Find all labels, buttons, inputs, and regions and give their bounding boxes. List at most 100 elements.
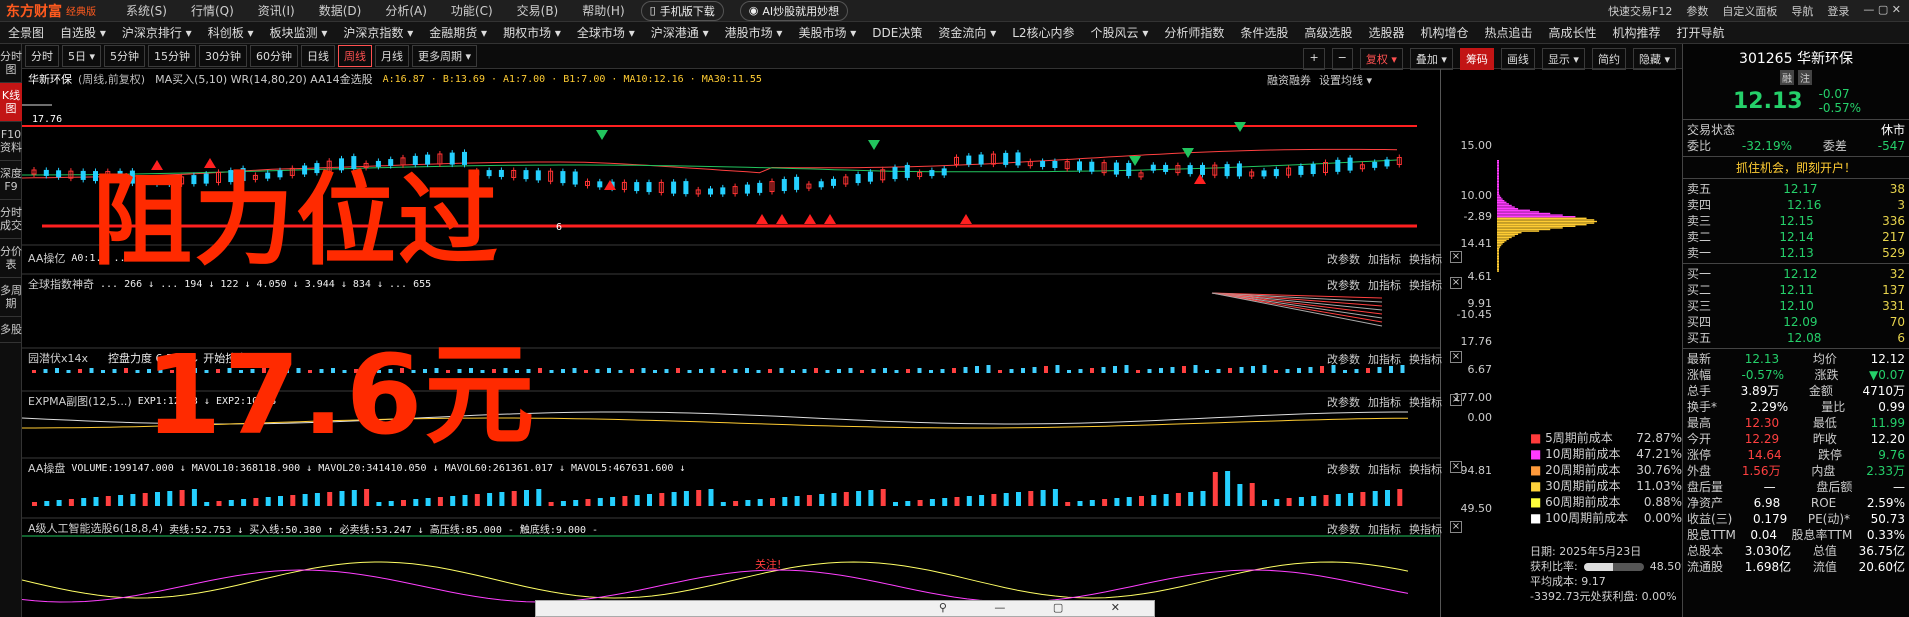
tab-price-table[interactable]: 分价表 <box>0 239 22 278</box>
margin-trading-link[interactable]: 融资融券 <box>1267 72 1311 88</box>
nav-item-index[interactable]: 沪深京指数 ▾ <box>335 24 421 41</box>
nav-item-open-nav[interactable]: 打开导航 <box>1669 24 1733 41</box>
sub5-close-icon[interactable]: × <box>1450 461 1462 473</box>
period-week[interactable]: 周线 <box>338 45 373 67</box>
nav-item-analyst[interactable]: 分析师指数 <box>1156 24 1232 41</box>
sub6-switch-indicator[interactable]: 换指标 <box>1409 521 1442 537</box>
hide-button[interactable]: 隐藏 ▾ <box>1632 48 1676 70</box>
menu-analysis[interactable]: 分析(A) <box>385 2 427 19</box>
nav-item-advanced[interactable]: 高级选股 <box>1296 24 1360 41</box>
adjust-button[interactable]: 复权 ▾ <box>1359 48 1403 70</box>
nav-item-ranking[interactable]: 沪深京排行 ▾ <box>114 24 200 41</box>
sub6-edit-params[interactable]: 改参数 <box>1327 521 1360 537</box>
draw-line-button[interactable]: 画线 <box>1500 48 1535 70</box>
custom-panel-button[interactable]: 自定义面板 <box>1722 3 1777 19</box>
sub2-add-indicator[interactable]: 加指标 <box>1368 277 1401 293</box>
sub3-edit-params[interactable]: 改参数 <box>1327 351 1360 367</box>
nav-item-star-market[interactable]: 科创板 ▾ <box>200 24 262 41</box>
nav-item-panorama[interactable]: 全景图 <box>0 24 52 41</box>
tab-multi-stock[interactable]: 多股 <box>0 317 22 343</box>
period-5min[interactable]: 5分钟 <box>104 45 146 67</box>
sub6-add-indicator[interactable]: 加指标 <box>1368 521 1401 537</box>
period-15min[interactable]: 15分钟 <box>148 45 197 67</box>
promo-link[interactable]: 抓住机会，即刻开户！ <box>1683 156 1909 179</box>
nav-item-dde[interactable]: DDE决策 <box>864 24 930 41</box>
nav-item-flow[interactable]: 资金流向 ▾ <box>930 24 1004 41</box>
params-button[interactable]: 参数 <box>1686 3 1708 19</box>
sub5-edit-params[interactable]: 改参数 <box>1327 461 1360 477</box>
menu-function[interactable]: 功能(C) <box>451 2 493 19</box>
period-time[interactable]: 分时 <box>25 45 59 67</box>
floating-window-controls[interactable]: ⚲ — ▢ ✕ <box>939 601 1142 614</box>
floating-window[interactable]: ⚲ — ▢ ✕ <box>535 600 1155 617</box>
sub1-add-indicator[interactable]: 加指标 <box>1368 251 1401 267</box>
period-month[interactable]: 月线 <box>375 45 410 67</box>
sub3-switch-indicator[interactable]: 换指标 <box>1409 351 1442 367</box>
nav-item-hk[interactable]: 港股市场 ▾ <box>717 24 791 41</box>
nav-item-connect[interactable]: 沪深港通 ▾ <box>643 24 717 41</box>
sub2-close-icon[interactable]: × <box>1450 277 1462 289</box>
login-button[interactable]: 登录 <box>1827 3 1849 19</box>
sub4-name[interactable]: EXPMA副图(12,5...) <box>28 393 132 409</box>
tab-f10[interactable]: F10资料 <box>0 122 22 161</box>
window-controls[interactable]: — ▢ ✕ <box>1863 3 1901 19</box>
menu-system[interactable]: 系统(S) <box>126 2 167 19</box>
tab-kline[interactable]: K线图 <box>0 83 22 122</box>
sub5-add-indicator[interactable]: 加指标 <box>1368 461 1401 477</box>
tab-time-trades[interactable]: 分时成交 <box>0 200 22 239</box>
simple-button[interactable]: 简约 <box>1591 48 1626 70</box>
nav-item-options[interactable]: 期权市场 ▾ <box>495 24 569 41</box>
sub6-close-icon[interactable]: × <box>1450 521 1462 533</box>
nav-item-sector[interactable]: 板块监测 ▾ <box>262 24 336 41</box>
sub1-name[interactable]: AA操亿 <box>28 250 65 266</box>
quick-trade-button[interactable]: 快速交易F12 <box>1608 3 1672 19</box>
nav-item-stock-news[interactable]: 个股风云 ▾ <box>1083 24 1157 41</box>
set-ma-button[interactable]: 设置均线 ▾ <box>1319 72 1372 88</box>
sub4-edit-params[interactable]: 改参数 <box>1327 394 1360 410</box>
zoom-in-button[interactable]: + <box>1303 48 1325 70</box>
period-5day[interactable]: 5日 ▾ <box>62 45 102 67</box>
nav-item-us[interactable]: 美股市场 ▾ <box>790 24 864 41</box>
period-30min[interactable]: 30分钟 <box>199 45 248 67</box>
navigate-button[interactable]: 导航 <box>1791 3 1813 19</box>
sub6-name[interactable]: A级人工智能选股6(18,8,4) <box>28 520 163 536</box>
nav-item-hot[interactable]: 热点追击 <box>1476 24 1540 41</box>
period-day[interactable]: 日线 <box>301 45 336 67</box>
sub1-switch-indicator[interactable]: 换指标 <box>1409 251 1442 267</box>
app-logo[interactable]: 东方财富 经典版 <box>0 0 102 22</box>
sub2-name[interactable]: 全球指数神奇 <box>28 276 94 292</box>
sub4-close-icon[interactable]: × <box>1450 394 1462 406</box>
period-more[interactable]: 更多周期 ▾ <box>412 45 478 67</box>
mobile-download-button[interactable]: ▯ 手机版下载 <box>640 0 724 21</box>
sub3-name[interactable]: 园潜伏x14x <box>28 350 88 366</box>
nav-item-inst-add[interactable]: 机构增仓 <box>1412 24 1476 41</box>
nav-item-l2[interactable]: L2核心内参 <box>1004 24 1082 41</box>
indicator-names[interactable]: MA买入(5,10) WR(14,80,20) AA14金选股 <box>155 71 373 87</box>
menu-quote[interactable]: 行情(Q) <box>191 2 234 19</box>
sub5-name[interactable]: AA操盘 <box>28 460 65 476</box>
sub4-switch-indicator[interactable]: 换指标 <box>1409 394 1442 410</box>
sub4-add-indicator[interactable]: 加指标 <box>1368 394 1401 410</box>
sub5-switch-indicator[interactable]: 换指标 <box>1409 461 1442 477</box>
zoom-out-button[interactable]: − <box>1331 48 1353 70</box>
tab-depth[interactable]: 深度F9 <box>0 161 22 200</box>
nav-item-global[interactable]: 全球市场 ▾ <box>569 24 643 41</box>
period-60min[interactable]: 60分钟 <box>250 45 299 67</box>
nav-item-screener[interactable]: 选股器 <box>1360 24 1412 41</box>
tab-multi-period[interactable]: 多周期 <box>0 278 22 317</box>
sub1-edit-params[interactable]: 改参数 <box>1327 251 1360 267</box>
sub1-close-icon[interactable]: × <box>1450 251 1462 263</box>
nav-item-futures[interactable]: 金融期货 ▾ <box>421 24 495 41</box>
menu-data[interactable]: 数据(D) <box>319 2 362 19</box>
nav-item-watchlist[interactable]: 自选股 ▾ <box>52 24 114 41</box>
display-button[interactable]: 显示 ▾ <box>1541 48 1585 70</box>
nav-item-inst-rec[interactable]: 机构推荐 <box>1605 24 1669 41</box>
nav-item-growth[interactable]: 高成长性 <box>1540 24 1604 41</box>
sub3-add-indicator[interactable]: 加指标 <box>1368 351 1401 367</box>
menu-help[interactable]: 帮助(H) <box>582 2 624 19</box>
sub2-switch-indicator[interactable]: 换指标 <box>1409 277 1442 293</box>
sub3-close-icon[interactable]: × <box>1450 351 1462 363</box>
chips-button[interactable]: 筹码 <box>1459 48 1494 70</box>
menu-info[interactable]: 资讯(I) <box>258 2 295 19</box>
sub2-edit-params[interactable]: 改参数 <box>1327 277 1360 293</box>
